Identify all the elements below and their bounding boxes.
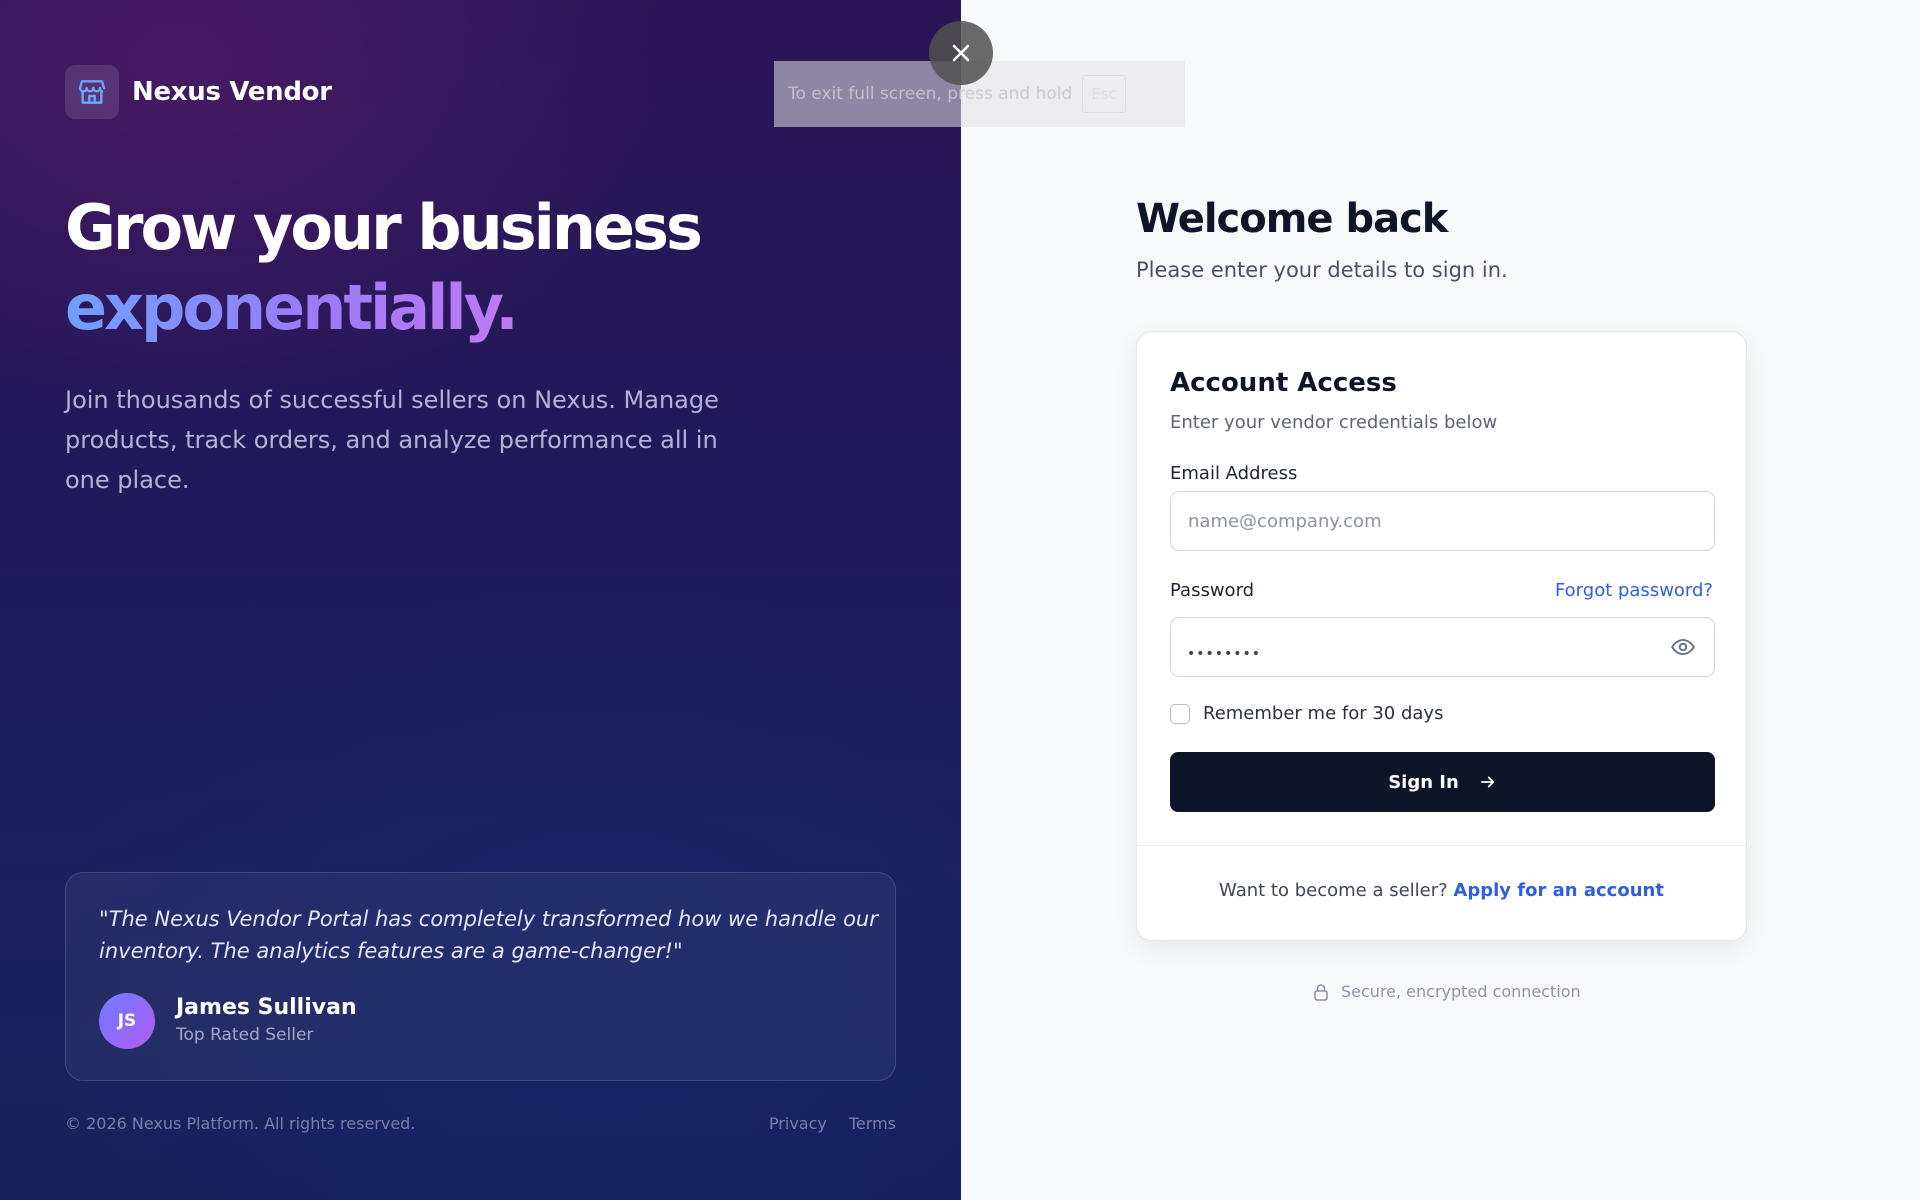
close-icon bbox=[952, 44, 970, 62]
terms-link[interactable]: Terms bbox=[849, 1114, 896, 1133]
secure-connection-note: Secure, encrypted connection bbox=[1313, 982, 1581, 1001]
lock-icon bbox=[1314, 983, 1328, 1001]
brand-logo[interactable]: Nexus Vendor bbox=[65, 65, 332, 119]
sign-in-button[interactable]: Sign In bbox=[1170, 752, 1715, 812]
card-title: Account Access bbox=[1170, 368, 1397, 398]
remember-me-checkbox[interactable] bbox=[1170, 703, 1190, 724]
signup-prompt: Want to become a seller? Apply for an ac… bbox=[1137, 880, 1746, 901]
card-subtitle: Enter your vendor credentials below bbox=[1170, 412, 1498, 433]
password-value: •••••••• bbox=[1187, 646, 1262, 662]
copyright: © 2026 Nexus Platform. All rights reserv… bbox=[65, 1114, 416, 1133]
headline-line-2: exponentially. bbox=[65, 268, 519, 348]
author-info: James Sullivan Top Rated Seller bbox=[176, 994, 357, 1048]
arrow-right-icon bbox=[1479, 773, 1497, 791]
forgot-password-link[interactable]: Forgot password? bbox=[1555, 580, 1713, 601]
signup-question: Want to become a seller? bbox=[1219, 880, 1448, 901]
author-role: Top Rated Seller bbox=[176, 1025, 314, 1045]
testimonial-card: "The Nexus Vendor Portal has completely … bbox=[65, 872, 896, 1081]
hero-intro: Join thousands of successful sellers on … bbox=[65, 386, 719, 494]
esc-key-hint: Esc bbox=[1082, 75, 1126, 113]
headline-line-1: Grow your business bbox=[65, 191, 703, 264]
remember-me-label[interactable]: Remember me for 30 days bbox=[1203, 703, 1443, 724]
brand-panel: Nexus Vendor Grow your business exponent… bbox=[0, 0, 961, 1200]
avatar: JS bbox=[99, 993, 155, 1049]
brand-name: Nexus Vendor bbox=[132, 77, 332, 107]
show-password-icon[interactable] bbox=[1670, 634, 1696, 660]
fullscreen-message: To exit full screen, press and hold bbox=[788, 84, 1073, 104]
email-label: Email Address bbox=[1170, 463, 1298, 484]
email-field[interactable] bbox=[1170, 491, 1715, 551]
remember-me: Remember me for 30 days bbox=[1170, 703, 1443, 724]
storefront-icon bbox=[65, 65, 119, 119]
author-name: James Sullivan bbox=[176, 995, 357, 1020]
page-title: Welcome back bbox=[1136, 196, 1448, 242]
hero-headline: Grow your business exponentially. bbox=[65, 188, 703, 348]
testimonial-quote: "The Nexus Vendor Portal has completely … bbox=[99, 907, 878, 963]
exit-fullscreen-button[interactable] bbox=[929, 21, 993, 85]
privacy-link[interactable]: Privacy bbox=[769, 1114, 827, 1133]
sign-in-label: Sign In bbox=[1388, 771, 1459, 793]
card-divider bbox=[1137, 845, 1746, 846]
password-label: Password bbox=[1170, 580, 1255, 601]
footer-links: Privacy Terms bbox=[769, 1114, 896, 1133]
apply-account-link[interactable]: Apply for an account bbox=[1453, 880, 1664, 901]
secure-text: Secure, encrypted connection bbox=[1341, 982, 1581, 1001]
testimonial-author: JS James Sullivan Top Rated Seller bbox=[99, 993, 357, 1049]
login-card: Account Access Enter your vendor credent… bbox=[1136, 331, 1747, 941]
page-subtitle: Please enter your details to sign in. bbox=[1136, 258, 1508, 282]
